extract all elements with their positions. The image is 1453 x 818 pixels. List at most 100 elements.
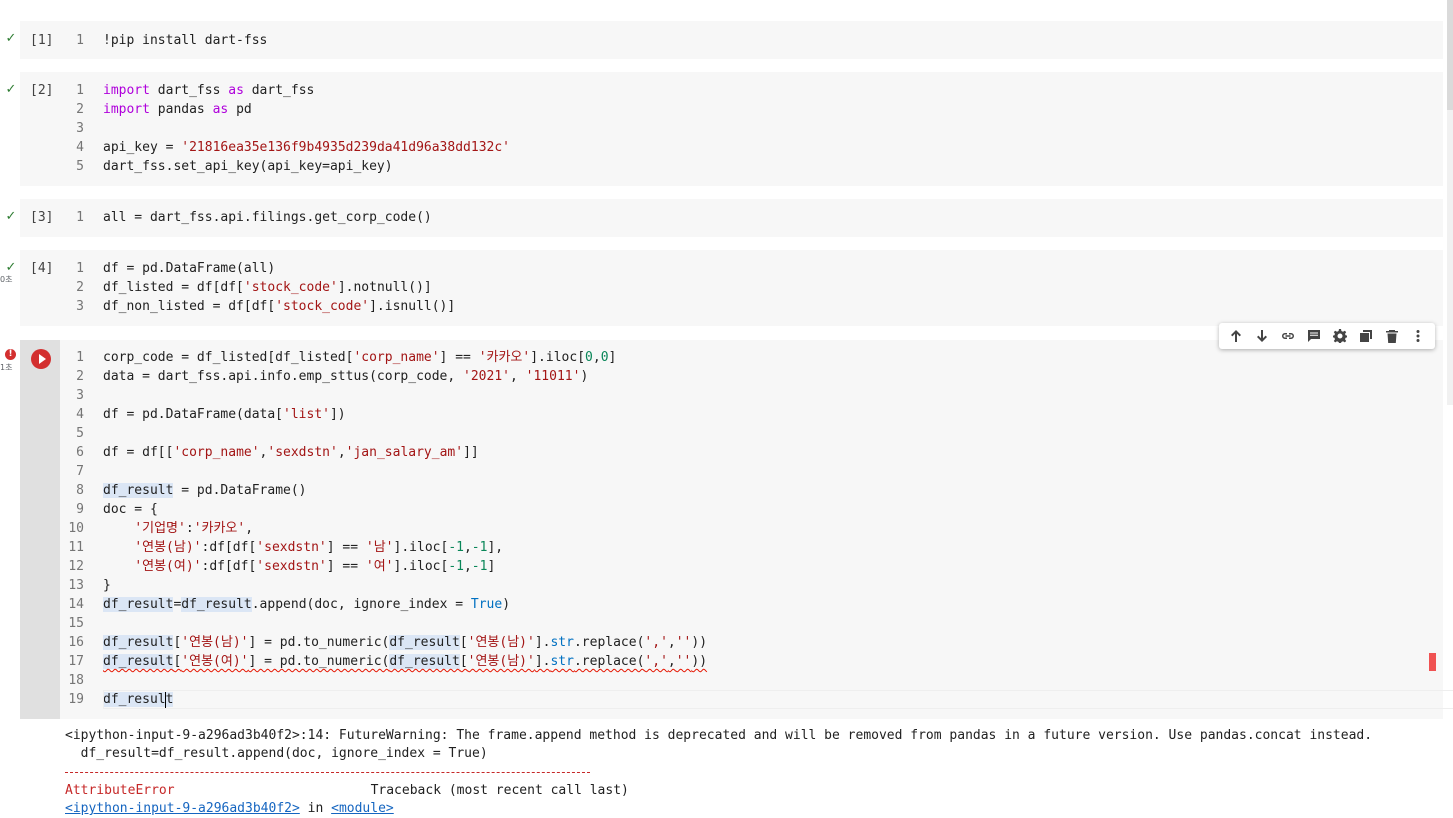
code-token: ]] (463, 445, 479, 460)
frame-file-link[interactable]: <ipython-input-9-a296ad3b40f2> (65, 801, 300, 816)
code-token: , (245, 521, 254, 536)
code-token: !pip install dart-fss (103, 33, 268, 48)
code-token: corp_code = df_listed[df_listed[ (103, 350, 354, 365)
code-token: -1 (448, 540, 464, 555)
line-number: 10 (68, 521, 84, 536)
code-token: -1 (448, 559, 464, 574)
mirror-cell-icon[interactable] (1356, 326, 1376, 346)
error-name: AttributeError (65, 783, 175, 798)
code-token: str (550, 654, 574, 669)
code-token: dart_fss.set_api_key(api_key=api_key) (103, 159, 393, 174)
code-cell[interactable]: [2] 1 import dart_fss as dart_fss 2 import p… (20, 72, 1443, 186)
code-token: .replace( (573, 654, 645, 669)
line-number: 4 (76, 407, 84, 422)
code-token: ] (487, 559, 496, 574)
code-text: corp_code = df_listed[df_listed['corp_na… (103, 348, 616, 367)
code-token: ], (487, 540, 504, 555)
execution-count: [3] (30, 210, 54, 225)
delete-icon[interactable] (1382, 326, 1402, 346)
code-token: ] == (326, 559, 366, 574)
comment-icon[interactable] (1304, 326, 1324, 346)
frame-module: <module> (331, 801, 394, 816)
code-token: , (510, 369, 526, 384)
code-token: df_result (103, 483, 174, 498)
code-token: )) (691, 654, 708, 669)
code-token: .replace( (573, 635, 645, 650)
code-token: ] == (439, 350, 479, 365)
code-token: 'corp_name' (173, 445, 260, 460)
success-check-icon: ✓ (5, 31, 17, 46)
code-token: '여' (365, 559, 394, 574)
active-code-cell[interactable]: 1 corp_code = df_listed[df_listed['corp_n… (20, 340, 1453, 720)
line-number: 11 (68, 540, 84, 555)
code-token: '' (675, 654, 692, 669)
warning-code-line: df_result=df_result.append(doc, ignore_i… (65, 746, 488, 761)
code-token: ]. (534, 654, 551, 669)
code-cell[interactable]: [1] 1 !pip install dart-fss (20, 21, 1443, 59)
success-check-icon: ✓ (5, 260, 17, 275)
code-token: import (103, 102, 150, 117)
warning-line: <ipython-input-9-a296ad3b40f2>:14: Futur… (65, 728, 1373, 743)
code-token: ] = pd.to_numeric( (248, 635, 390, 650)
more-options-icon[interactable] (1408, 326, 1428, 346)
code-token: [ (459, 635, 468, 650)
cell-duration: 1초 (0, 363, 13, 372)
line-number: 13 (68, 578, 84, 593)
code-text: import pandas as pd (103, 100, 252, 119)
line-number: 5 (76, 159, 84, 174)
code-token: pd (228, 102, 252, 117)
error-scroll-marker (1429, 653, 1436, 671)
code-token: : (185, 521, 194, 536)
line-number: 8 (76, 483, 84, 498)
move-down-icon[interactable] (1252, 326, 1272, 346)
code-token: 'sexdstn' (256, 540, 327, 555)
code-token: ]) (329, 407, 346, 422)
code-token: -1 (471, 540, 488, 555)
code-token: 'stock_code' (243, 280, 338, 295)
code-token: '연봉(남)' (467, 654, 535, 669)
code-cell[interactable]: [3] 1 all = dart_fss.api.filings.get_corp_… (20, 199, 1443, 237)
line-number: 1 (76, 210, 84, 225)
code-token: ].iloc[ (530, 350, 586, 365)
code-token: as (212, 102, 229, 117)
scrollbar-thumb[interactable] (1447, 0, 1453, 110)
code-text: } (103, 576, 111, 595)
code-token: , (463, 540, 472, 555)
code-token: dart_fss (243, 83, 315, 98)
code-token: , (463, 559, 472, 574)
code-token: '11011' (525, 369, 581, 384)
code-text: df = pd.DataFrame(all) (103, 259, 275, 278)
code-cell[interactable]: [4] 1 df = pd.DataFrame(all) 2 df_listed = d… (20, 250, 1443, 326)
line-number: 19 (68, 692, 84, 707)
code-token: '연봉(여)' (181, 654, 249, 669)
settings-icon[interactable] (1330, 326, 1350, 346)
code-token: :df[df[ (201, 559, 257, 574)
code-token: 'sexdstn' (256, 559, 327, 574)
line-number: 9 (76, 502, 84, 517)
code-text: '기업명':'카카오', (103, 519, 253, 538)
code-token: as (228, 83, 244, 98)
success-check-icon: ✓ (5, 209, 17, 224)
frame-in: in (299, 801, 332, 816)
line-number: 12 (68, 559, 84, 574)
link-icon[interactable] (1278, 326, 1298, 346)
line-number: 7 (76, 464, 84, 479)
code-token: df_non_listed = df[df[ (103, 299, 276, 314)
line-number: 1 (76, 350, 84, 365)
run-cell-button[interactable] (31, 349, 51, 369)
code-token: ] = pd.to_numeric( (248, 654, 390, 669)
code-token: df_result (103, 635, 174, 650)
cell-duration: 0초 (0, 275, 13, 284)
line-number: 18 (68, 673, 84, 688)
code-token: api_key = (103, 140, 182, 155)
line-number: 17 (68, 654, 84, 669)
code-token: df = pd.DataFrame(all) (103, 261, 276, 276)
move-up-icon[interactable] (1226, 326, 1246, 346)
code-token: ]. (534, 635, 551, 650)
code-token: '카카오' (193, 521, 246, 536)
code-token: , (337, 445, 346, 460)
code-token: df_result (103, 654, 174, 669)
error-status-icon: ! (5, 349, 16, 360)
